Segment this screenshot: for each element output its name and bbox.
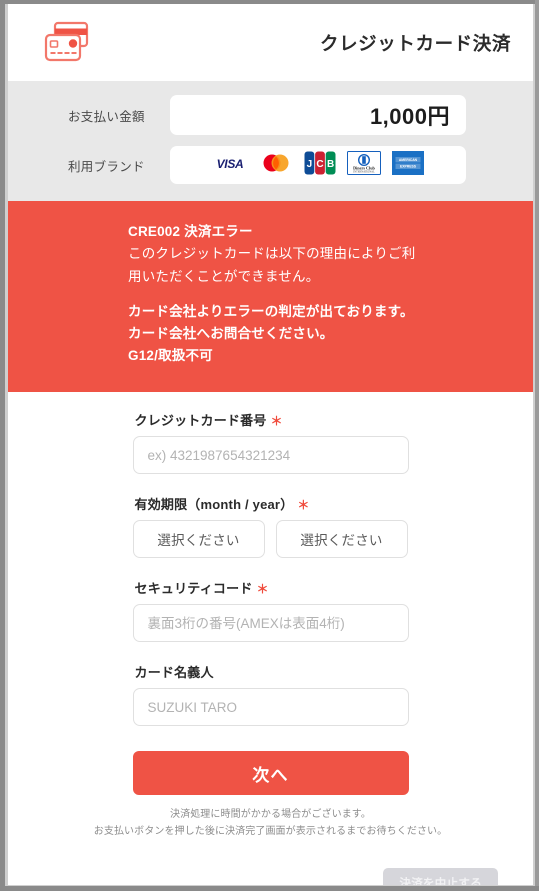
diners-club-logo: Diners Club INTERNATIONAL: [347, 150, 381, 180]
processing-notice: 決済処理に時間がかかる場合がございます。 お支払いボタンを押した後に決済完了画面…: [61, 807, 481, 840]
error-reason-line-1: カード会社よりエラーの判定が出ております。: [128, 303, 414, 319]
field-expiry: 有効期限（month / year）＊ 選択ください 選択ください: [132, 494, 409, 559]
error-code: CRE002 決済エラー: [128, 224, 253, 239]
payment-form: クレジットカード番号＊ 有効期限（month / year）＊ 選択ください 選…: [8, 392, 533, 885]
svg-text:B: B: [327, 159, 334, 170]
credit-card-icon: [42, 21, 94, 65]
brand-row: 利用ブランド VISA J C B Diners Club INTERNATIO…: [30, 145, 511, 185]
page-header: クレジットカード決済: [8, 4, 533, 81]
payment-summary: お支払い金額 1,000円 利用ブランド VISA J C B Diners C…: [8, 81, 533, 201]
jcb-logo: J C B: [304, 151, 336, 180]
svg-text:EXPRESS: EXPRESS: [400, 164, 417, 168]
error-reason-line-3: G12/取扱不可: [128, 347, 213, 363]
browser-frame: クレジットカード決済 お支払い金額 1,000円 利用ブランド VISA J C…: [0, 0, 539, 891]
required-marker: ＊: [270, 414, 283, 429]
next-button[interactable]: 次へ: [132, 751, 409, 796]
payment-page: クレジットカード決済 お支払い金額 1,000円 利用ブランド VISA J C…: [8, 4, 533, 885]
field-card-number: クレジットカード番号＊: [132, 410, 409, 475]
svg-text:VISA: VISA: [217, 157, 244, 171]
brand-label: 利用ブランド: [68, 159, 145, 174]
frame-edge-right: [535, 0, 539, 891]
mastercard-logo: [259, 152, 293, 179]
frame-edge-bottom: [0, 886, 539, 891]
svg-text:AMERICAN: AMERICAN: [399, 158, 418, 162]
card-holder-input[interactable]: [132, 688, 409, 727]
required-marker: ＊: [297, 498, 310, 513]
expiry-year-select[interactable]: 選択ください: [275, 520, 408, 559]
error-reason-line-2: カード会社へお問合せください。: [128, 325, 334, 341]
amount-value: 1,000円: [369, 104, 450, 129]
security-code-label: セキュリティコード＊: [135, 578, 409, 597]
amount-value-box: 1,000円: [170, 95, 466, 135]
american-express-logo: AMERICAN EXPRESS: [392, 150, 424, 180]
svg-text:INTERNATIONAL: INTERNATIONAL: [353, 170, 375, 173]
required-marker: ＊: [256, 582, 269, 597]
card-holder-label: カード名義人: [134, 665, 214, 681]
processing-notice-line-1: 決済処理に時間がかかる場合がございます。: [170, 809, 371, 821]
card-number-label: クレジットカード番号＊: [135, 410, 409, 429]
card-number-label-text: クレジットカード番号: [134, 413, 267, 429]
error-description: このクレジットカードは以下の理由によりご利用いただくことができません。: [128, 246, 416, 284]
field-security-code: セキュリティコード＊: [132, 578, 409, 643]
expiry-month-value: 選択ください: [157, 533, 240, 549]
brand-logo-list: VISA J C B Diners Club INTERNATIONAL AME…: [170, 146, 466, 184]
bottom-actions: 決済を中止する セキュリティコードについて: [8, 868, 533, 885]
frame-edge-left: [0, 0, 5, 891]
page-title: クレジットカード決済: [319, 32, 511, 54]
amount-label: お支払い金額: [68, 109, 145, 124]
security-code-input[interactable]: [132, 604, 409, 643]
field-card-holder: カード名義人: [132, 662, 409, 727]
expiry-label-text: 有効期限（month / year）: [134, 497, 294, 513]
expiry-select-row: 選択ください 選択ください: [132, 520, 409, 559]
svg-text:Diners Club: Diners Club: [353, 165, 375, 170]
expiry-month-select[interactable]: 選択ください: [132, 520, 265, 559]
processing-notice-line-2: お支払いボタンを押した後に決済完了画面が表示されるまでお待ちください。: [93, 825, 448, 837]
visa-logo: VISA: [212, 152, 248, 179]
submit-section: 次へ: [132, 751, 409, 796]
svg-text:C: C: [316, 159, 323, 170]
error-banner: CRE002 決済エラー このクレジットカードは以下の理由によりご利用いただくこ…: [8, 201, 533, 393]
amount-row: お支払い金額 1,000円: [30, 95, 511, 135]
svg-text:J: J: [307, 159, 313, 170]
expiry-year-value: 選択ください: [300, 533, 383, 549]
cancel-payment-button[interactable]: 決済を中止する: [383, 868, 498, 885]
card-number-input[interactable]: [132, 436, 409, 475]
security-code-label-text: セキュリティコード: [134, 581, 253, 597]
expiry-label: 有効期限（month / year）＊: [135, 494, 409, 513]
